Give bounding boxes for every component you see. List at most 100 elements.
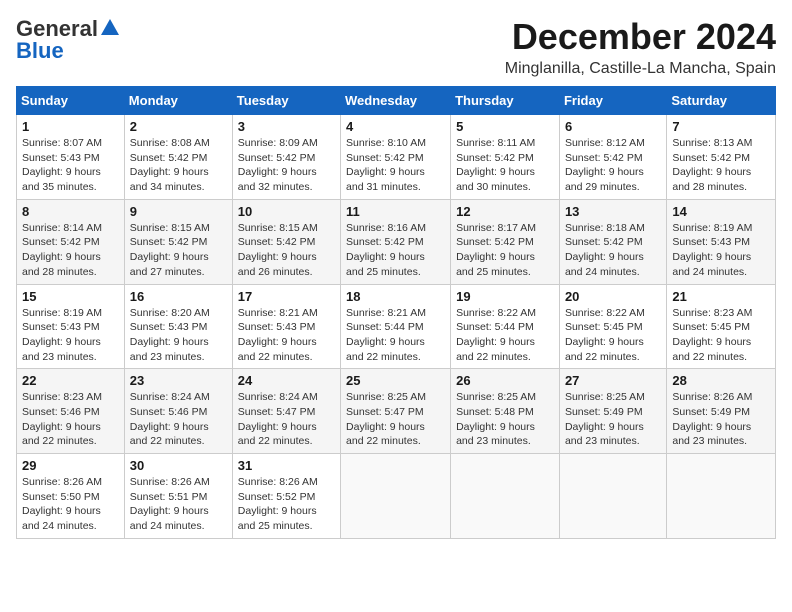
day-number: 8 xyxy=(22,204,119,219)
day-number: 29 xyxy=(22,458,119,473)
calendar-day-27: 27 Sunrise: 8:25 AM Sunset: 5:49 PM Dayli… xyxy=(559,369,666,454)
day-number: 6 xyxy=(565,119,661,134)
day-number: 16 xyxy=(130,289,227,304)
calendar-empty-cell xyxy=(341,454,451,539)
calendar-day-7: 7Sunrise: 8:13 AM Sunset: 5:42 PM Daylig… xyxy=(667,115,776,200)
calendar-empty-cell xyxy=(451,454,560,539)
weekday-header-wednesday: Wednesday xyxy=(341,87,451,115)
day-number: 13 xyxy=(565,204,661,219)
day-info-text: Sunrise: 8:23 AM Sunset: 5:45 PM Dayligh… xyxy=(672,306,770,365)
day-number: 24 xyxy=(238,373,335,388)
month-year-title: December 2024 xyxy=(505,16,776,58)
calendar-week-2: 8 Sunrise: 8:14 AM Sunset: 5:42 PM Daylig… xyxy=(17,199,776,284)
day-info-text: Sunrise: 8:18 AM Sunset: 5:42 PM Dayligh… xyxy=(565,221,661,280)
weekday-header-friday: Friday xyxy=(559,87,666,115)
day-info-text: Sunrise: 8:20 AM Sunset: 5:43 PM Dayligh… xyxy=(130,306,227,365)
day-info-text: Sunrise: 8:11 AM Sunset: 5:42 PM Dayligh… xyxy=(456,136,554,195)
logo-blue: Blue xyxy=(16,38,64,64)
calendar-week-4: 22 Sunrise: 8:23 AM Sunset: 5:46 PM Dayli… xyxy=(17,369,776,454)
day-number: 14 xyxy=(672,204,770,219)
calendar-day-4: 4 Sunrise: 8:10 AM Sunset: 5:42 PM Daylig… xyxy=(341,115,451,200)
location-subtitle: Minglanilla, Castille-La Mancha, Spain xyxy=(505,60,776,78)
day-info-text: Sunrise: 8:08 AM Sunset: 5:42 PM Dayligh… xyxy=(130,136,227,195)
calendar-day-30: 30 Sunrise: 8:26 AM Sunset: 5:51 PM Dayli… xyxy=(124,454,232,539)
calendar-week-5: 29 Sunrise: 8:26 AM Sunset: 5:50 PM Dayli… xyxy=(17,454,776,539)
calendar-day-5: 5Sunrise: 8:11 AM Sunset: 5:42 PM Daylig… xyxy=(451,115,560,200)
day-info-text: Sunrise: 8:09 AM Sunset: 5:42 PM Dayligh… xyxy=(238,136,335,195)
weekday-header-thursday: Thursday xyxy=(451,87,560,115)
calendar-empty-cell xyxy=(667,454,776,539)
calendar-day-9: 9Sunrise: 8:15 AM Sunset: 5:42 PM Daylig… xyxy=(124,199,232,284)
logo: General Blue xyxy=(16,16,121,64)
day-number: 1 xyxy=(22,119,119,134)
day-info-text: Sunrise: 8:17 AM Sunset: 5:42 PM Dayligh… xyxy=(456,221,554,280)
day-info-text: Sunrise: 8:14 AM Sunset: 5:42 PM Dayligh… xyxy=(22,221,119,280)
day-info-text: Sunrise: 8:16 AM Sunset: 5:42 PM Dayligh… xyxy=(346,221,445,280)
day-info-text: Sunrise: 8:22 AM Sunset: 5:44 PM Dayligh… xyxy=(456,306,554,365)
calendar-day-28: 28 Sunrise: 8:26 AM Sunset: 5:49 PM Dayli… xyxy=(667,369,776,454)
day-info-text: Sunrise: 8:25 AM Sunset: 5:49 PM Dayligh… xyxy=(565,390,661,449)
weekday-header-tuesday: Tuesday xyxy=(232,87,340,115)
day-number: 2 xyxy=(130,119,227,134)
day-info-text: Sunrise: 8:26 AM Sunset: 5:50 PM Dayligh… xyxy=(22,475,119,534)
day-number: 18 xyxy=(346,289,445,304)
day-number: 10 xyxy=(238,204,335,219)
day-info-text: Sunrise: 8:10 AM Sunset: 5:42 PM Dayligh… xyxy=(346,136,445,195)
calendar-header-row: SundayMondayTuesdayWednesdayThursdayFrid… xyxy=(17,87,776,115)
calendar-day-1: 1 Sunrise: 8:07 AM Sunset: 5:43 PM Daylig… xyxy=(17,115,125,200)
day-info-text: Sunrise: 8:26 AM Sunset: 5:49 PM Dayligh… xyxy=(672,390,770,449)
calendar-day-8: 8 Sunrise: 8:14 AM Sunset: 5:42 PM Daylig… xyxy=(17,199,125,284)
day-number: 30 xyxy=(130,458,227,473)
calendar-day-29: 29 Sunrise: 8:26 AM Sunset: 5:50 PM Dayli… xyxy=(17,454,125,539)
logo-icon xyxy=(99,17,121,39)
day-number: 4 xyxy=(346,119,445,134)
day-number: 31 xyxy=(238,458,335,473)
calendar-day-6: 6Sunrise: 8:12 AM Sunset: 5:42 PM Daylig… xyxy=(559,115,666,200)
day-number: 22 xyxy=(22,373,119,388)
day-info-text: Sunrise: 8:23 AM Sunset: 5:46 PM Dayligh… xyxy=(22,390,119,449)
calendar-week-3: 15Sunrise: 8:19 AM Sunset: 5:43 PM Dayli… xyxy=(17,284,776,369)
day-number: 26 xyxy=(456,373,554,388)
day-info-text: Sunrise: 8:21 AM Sunset: 5:44 PM Dayligh… xyxy=(346,306,445,365)
weekday-header-sunday: Sunday xyxy=(17,87,125,115)
day-info-text: Sunrise: 8:19 AM Sunset: 5:43 PM Dayligh… xyxy=(672,221,770,280)
day-number: 17 xyxy=(238,289,335,304)
day-number: 28 xyxy=(672,373,770,388)
day-info-text: Sunrise: 8:26 AM Sunset: 5:52 PM Dayligh… xyxy=(238,475,335,534)
calendar-day-13: 13 Sunrise: 8:18 AM Sunset: 5:42 PM Dayli… xyxy=(559,199,666,284)
day-number: 11 xyxy=(346,204,445,219)
calendar-day-18: 18 Sunrise: 8:21 AM Sunset: 5:44 PM Dayli… xyxy=(341,284,451,369)
day-number: 21 xyxy=(672,289,770,304)
day-info-text: Sunrise: 8:24 AM Sunset: 5:46 PM Dayligh… xyxy=(130,390,227,449)
calendar-day-26: 26 Sunrise: 8:25 AM Sunset: 5:48 PM Dayli… xyxy=(451,369,560,454)
weekday-header-saturday: Saturday xyxy=(667,87,776,115)
calendar-day-2: 2 Sunrise: 8:08 AM Sunset: 5:42 PM Daylig… xyxy=(124,115,232,200)
calendar-day-31: 31 Sunrise: 8:26 AM Sunset: 5:52 PM Dayli… xyxy=(232,454,340,539)
weekday-header-monday: Monday xyxy=(124,87,232,115)
day-number: 9 xyxy=(130,204,227,219)
calendar-day-24: 24Sunrise: 8:24 AM Sunset: 5:47 PM Dayli… xyxy=(232,369,340,454)
title-area: December 2024 Minglanilla, Castille-La M… xyxy=(505,16,776,78)
header: General Blue December 2024 Minglanilla, … xyxy=(16,16,776,78)
day-number: 25 xyxy=(346,373,445,388)
calendar-day-19: 19Sunrise: 8:22 AM Sunset: 5:44 PM Dayli… xyxy=(451,284,560,369)
day-number: 27 xyxy=(565,373,661,388)
day-info-text: Sunrise: 8:07 AM Sunset: 5:43 PM Dayligh… xyxy=(22,136,119,195)
day-info-text: Sunrise: 8:25 AM Sunset: 5:48 PM Dayligh… xyxy=(456,390,554,449)
calendar-day-14: 14 Sunrise: 8:19 AM Sunset: 5:43 PM Dayli… xyxy=(667,199,776,284)
day-info-text: Sunrise: 8:21 AM Sunset: 5:43 PM Dayligh… xyxy=(238,306,335,365)
day-number: 20 xyxy=(565,289,661,304)
calendar-empty-cell xyxy=(559,454,666,539)
day-number: 3 xyxy=(238,119,335,134)
calendar-week-1: 1 Sunrise: 8:07 AM Sunset: 5:43 PM Daylig… xyxy=(17,115,776,200)
calendar-day-22: 22 Sunrise: 8:23 AM Sunset: 5:46 PM Dayli… xyxy=(17,369,125,454)
day-info-text: Sunrise: 8:13 AM Sunset: 5:42 PM Dayligh… xyxy=(672,136,770,195)
day-info-text: Sunrise: 8:26 AM Sunset: 5:51 PM Dayligh… xyxy=(130,475,227,534)
calendar-day-23: 23 Sunrise: 8:24 AM Sunset: 5:46 PM Dayli… xyxy=(124,369,232,454)
day-number: 23 xyxy=(130,373,227,388)
calendar-table: SundayMondayTuesdayWednesdayThursdayFrid… xyxy=(16,86,776,539)
day-info-text: Sunrise: 8:19 AM Sunset: 5:43 PM Dayligh… xyxy=(22,306,119,365)
calendar-day-25: 25Sunrise: 8:25 AM Sunset: 5:47 PM Dayli… xyxy=(341,369,451,454)
calendar-day-16: 16 Sunrise: 8:20 AM Sunset: 5:43 PM Dayli… xyxy=(124,284,232,369)
day-number: 12 xyxy=(456,204,554,219)
